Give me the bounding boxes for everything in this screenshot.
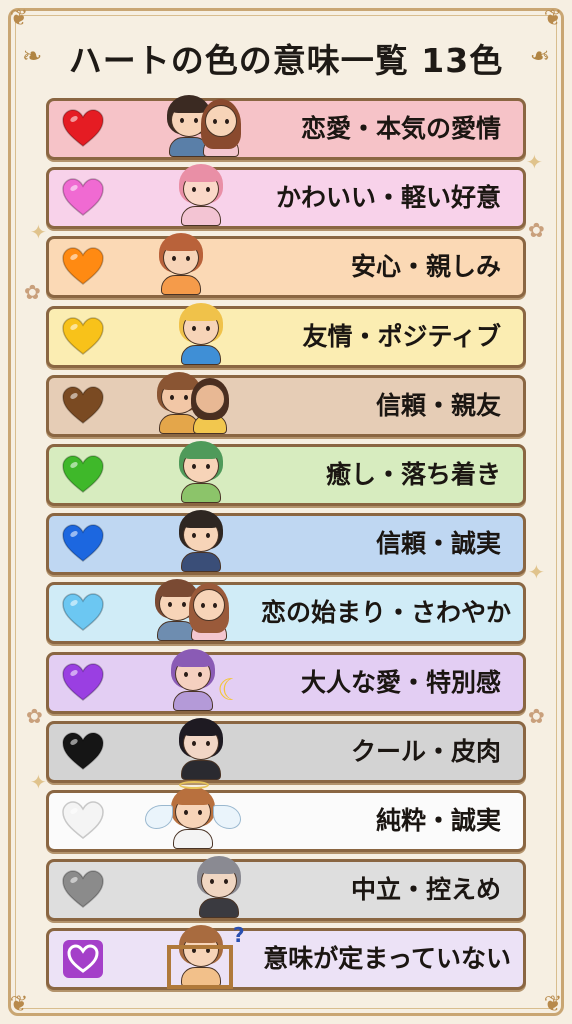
meaning-label: 癒し・落ち着き bbox=[325, 460, 501, 489]
corner-ornament-icon: ❦ bbox=[543, 992, 563, 1017]
white-heart-icon bbox=[61, 800, 105, 842]
meaning-row: クール・皮肉 bbox=[46, 718, 526, 783]
character-illustration bbox=[153, 714, 249, 784]
meaning-label: 中立・控えめ bbox=[350, 875, 501, 904]
flower-icon: ✿ bbox=[528, 704, 545, 728]
meaning-label: 意味が定まっていない bbox=[263, 944, 511, 973]
meaning-row: ? 意味が定まっていない bbox=[46, 923, 526, 990]
meaning-row: ☾ 大人な愛・特別感 bbox=[46, 649, 526, 714]
meaning-label: 友情・ポジティブ bbox=[302, 322, 501, 351]
meaning-label: 信頼・誠実 bbox=[375, 529, 501, 558]
meaning-row: かわいい・軽い好意 bbox=[46, 164, 526, 229]
corner-ornament-icon: ❦ bbox=[9, 6, 29, 31]
character-illustration bbox=[133, 229, 229, 299]
sparkle-icon: ✦ bbox=[30, 770, 47, 794]
orange-heart-icon bbox=[61, 246, 105, 288]
meaning-row: 恋愛・本気の愛情 bbox=[46, 95, 526, 160]
flower-icon: ✿ bbox=[24, 280, 41, 304]
character-illustration bbox=[153, 299, 249, 369]
meaning-label: かわいい・軽い好意 bbox=[275, 183, 501, 212]
pink-heart-icon bbox=[61, 177, 105, 219]
meaning-label: 恋の始まり・さわやか bbox=[260, 598, 511, 627]
sparkle-icon: ✦ bbox=[30, 220, 47, 244]
brown-heart-icon bbox=[61, 385, 105, 427]
page-title: ハートの色の意味一覧 13色 bbox=[68, 41, 504, 80]
flower-icon: ✿ bbox=[26, 704, 43, 728]
meaning-row: 友情・ポジティブ bbox=[46, 303, 526, 368]
meaning-label: 安心・親しみ bbox=[350, 252, 501, 281]
black-heart-icon bbox=[61, 731, 105, 773]
meaning-label: 大人な愛・特別感 bbox=[300, 668, 501, 697]
character-illustration bbox=[153, 437, 249, 507]
character-illustration: ☾ bbox=[145, 645, 244, 715]
green-heart-icon bbox=[61, 454, 105, 496]
purple-heart-icon bbox=[61, 662, 105, 704]
character-illustration bbox=[131, 368, 229, 438]
meaning-row: 恋の始まり・さわやか bbox=[46, 579, 526, 644]
grey-heart-icon bbox=[61, 869, 105, 911]
character-illustration: ? bbox=[153, 921, 249, 991]
meaning-row: 純粋・誠実 bbox=[46, 781, 526, 852]
meaning-label: 純粋・誠実 bbox=[375, 806, 501, 835]
red-heart-icon bbox=[61, 108, 105, 150]
character-illustration bbox=[153, 160, 249, 230]
meaning-label: 信頼・親友 bbox=[375, 391, 501, 420]
blue-heart-icon bbox=[61, 523, 105, 565]
corner-ornament-icon: ❦ bbox=[9, 992, 29, 1017]
meaning-row: 安心・親しみ bbox=[46, 233, 526, 298]
character-illustration bbox=[153, 506, 249, 576]
flower-icon: ✿ bbox=[528, 218, 545, 242]
meaning-label: クール・皮肉 bbox=[350, 737, 501, 766]
light-blue-heart-icon bbox=[61, 592, 105, 634]
meaning-row: 中立・控えめ bbox=[46, 856, 526, 921]
heart-decoration-icon bbox=[61, 938, 105, 980]
character-illustration bbox=[145, 781, 241, 853]
meaning-label: 恋愛・本気の愛情 bbox=[300, 114, 501, 143]
character-illustration bbox=[171, 852, 267, 922]
corner-ornament-icon: ❦ bbox=[543, 6, 563, 31]
sparkle-icon: ✦ bbox=[526, 150, 543, 174]
character-illustration bbox=[141, 91, 241, 161]
yellow-heart-icon bbox=[61, 316, 105, 358]
meaning-row: 信頼・親友 bbox=[46, 372, 526, 437]
meaning-row: 癒し・落ち着き bbox=[46, 441, 526, 506]
meaning-row: 信頼・誠実 bbox=[46, 510, 526, 575]
sparkle-icon: ✦ bbox=[528, 560, 545, 584]
character-illustration bbox=[129, 575, 229, 645]
